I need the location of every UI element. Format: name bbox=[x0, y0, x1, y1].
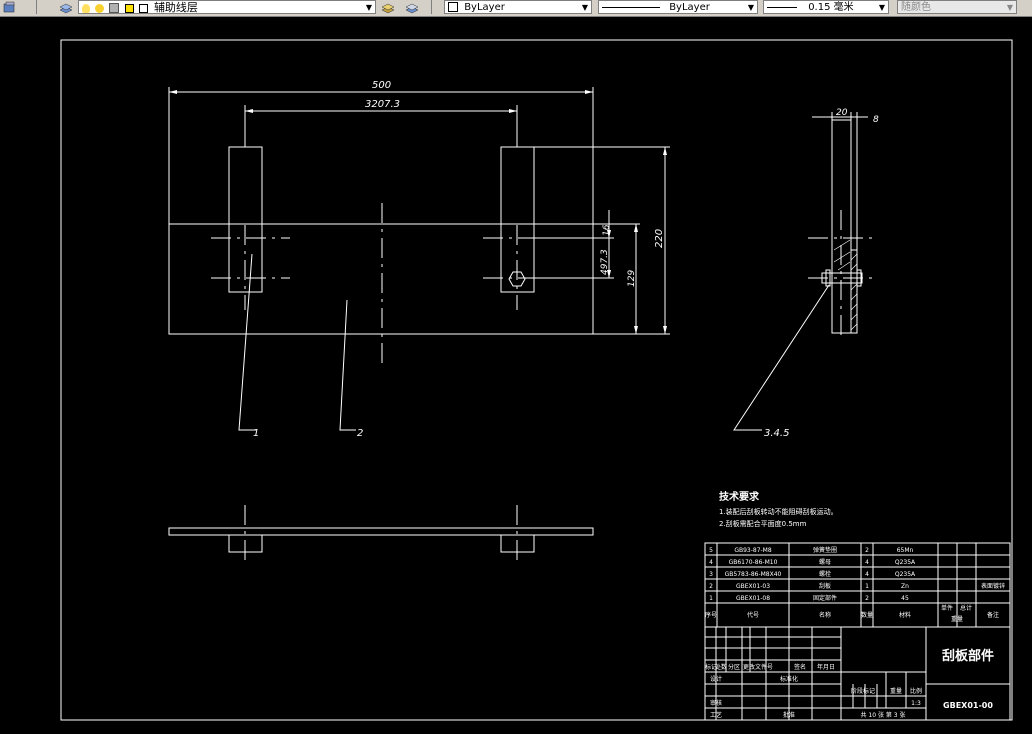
plotstyle-value: 随颜色 bbox=[901, 2, 931, 13]
color-swatch bbox=[448, 2, 458, 12]
tb-approve: 批准 bbox=[783, 711, 795, 719]
dim-497: 497.3 bbox=[600, 249, 610, 275]
dim-side-20: 20 bbox=[836, 108, 848, 118]
bom-row-name: 固定部件 bbox=[813, 594, 837, 602]
bom-row-material: Q235A bbox=[895, 571, 916, 578]
chevron-down-icon[interactable]: ▼ bbox=[1005, 2, 1015, 13]
layer-manager-icon[interactable] bbox=[2, 0, 16, 15]
layer-color-swatch bbox=[138, 3, 148, 13]
part-label-345: 3.4.5 bbox=[764, 428, 789, 439]
layer-previous-icon[interactable] bbox=[404, 0, 420, 15]
bom-row-code: GB93-87-M8 bbox=[734, 547, 772, 554]
dim-129: 129 bbox=[627, 270, 637, 287]
bom-header-qty: 数量 bbox=[861, 611, 873, 619]
bom-row-name: 弹簧垫圈 bbox=[813, 546, 837, 554]
chevron-down-icon[interactable]: ▼ bbox=[877, 2, 887, 13]
linetype-value: ByLayer bbox=[669, 2, 710, 13]
bom-header-total: 总计 bbox=[960, 604, 972, 612]
layer-name: 辅助线层 bbox=[153, 1, 198, 14]
bom-row-qty: 2 bbox=[865, 547, 869, 554]
bom-row-qty: 2 bbox=[865, 595, 869, 602]
toolbar-separator bbox=[431, 0, 432, 14]
bom-row-no: 3 bbox=[709, 571, 713, 578]
linetype-dropdown[interactable]: ByLayer ▼ bbox=[598, 0, 758, 14]
bom-row-name: 螺母 bbox=[819, 558, 831, 566]
part-label-1: 1 bbox=[253, 428, 259, 439]
tech-req-note-2: 2.刮板需配合平面度0.5mm bbox=[719, 519, 807, 528]
bom-header-code: 代号 bbox=[747, 611, 759, 619]
bom-row-code: GBEX01-03 bbox=[736, 583, 770, 590]
bom-row-no: 2 bbox=[709, 583, 713, 590]
dim-height: 220 bbox=[654, 229, 665, 248]
bom-row-material: 65Mn bbox=[897, 547, 914, 554]
color-dropdown[interactable]: ByLayer ▼ bbox=[444, 0, 592, 14]
bom-row-qty: 4 bbox=[865, 571, 869, 578]
dim-side-8: 8 bbox=[873, 115, 879, 125]
tb-stage-mark: 阶段标记 bbox=[851, 687, 875, 695]
tech-req-note-1: 1.装配后刮板转动不能阻碍刮板运动。 bbox=[719, 507, 838, 516]
bom-header-unit: 单件 bbox=[941, 604, 953, 612]
tb-design: 设计 bbox=[710, 675, 722, 683]
tb-change-doc: 更改文件号 bbox=[743, 663, 773, 671]
lineweight-sample bbox=[767, 6, 797, 8]
tb-date: 年月日 bbox=[817, 663, 835, 671]
color-value: ByLayer bbox=[464, 2, 505, 13]
tb-process: 工艺 bbox=[710, 711, 722, 719]
make-object-layer-current-icon[interactable] bbox=[380, 0, 396, 15]
chevron-down-icon[interactable]: ▼ bbox=[746, 2, 756, 13]
drawing-canvas[interactable]: 500 3207.3 220 129 16 497.3 1 2 20 8 3.4… bbox=[0, 17, 1032, 734]
bom-row-qty: 1 bbox=[865, 583, 869, 590]
bom-header-weight: 重量 bbox=[951, 615, 963, 623]
bom-row-no: 5 bbox=[709, 547, 713, 554]
lock-icon bbox=[109, 3, 120, 13]
bom-row-code: GB5783-86-M8X40 bbox=[725, 571, 782, 578]
linetype-sample bbox=[602, 6, 660, 8]
toolbar-separator bbox=[36, 0, 37, 14]
bulb-icon bbox=[82, 3, 90, 13]
dim-16: 16 bbox=[602, 224, 612, 236]
bom-row-name: 螺栓 bbox=[819, 570, 831, 578]
layer-stack-icon[interactable] bbox=[58, 0, 74, 15]
bom-row-material: Q235A bbox=[895, 559, 916, 566]
bom-header-name: 名称 bbox=[819, 611, 831, 619]
part-label-2: 2 bbox=[357, 428, 363, 439]
tb-scale-label: 比例 bbox=[910, 687, 922, 695]
tb-sign: 签名 bbox=[794, 663, 806, 671]
bom-row-code: GB6170-86-M10 bbox=[729, 559, 778, 566]
bom-row-code: GBEX01-08 bbox=[736, 595, 770, 602]
bom-row-no: 4 bbox=[709, 559, 713, 566]
bom-header-remark: 备注 bbox=[987, 611, 999, 619]
cad-toolbar: 辅助线层 ▼ ByLayer ▼ ByLayer ▼ 0.15 毫米 ▼ 随颜色… bbox=[0, 0, 1032, 17]
bom-row-qty: 4 bbox=[865, 559, 869, 566]
dim-hole-spacing: 3207.3 bbox=[365, 99, 400, 110]
lineweight-value: 0.15 毫米 bbox=[808, 2, 854, 13]
bom-row-name: 刮板 bbox=[819, 582, 831, 590]
tb-weight: 重量 bbox=[890, 687, 902, 695]
bom-row-material: 45 bbox=[901, 595, 909, 602]
dim-overall-width: 500 bbox=[372, 80, 391, 91]
bom-row-material: Zn bbox=[901, 583, 909, 590]
tb-zone: 分区 bbox=[728, 663, 740, 671]
tb-part-name: 刮板部件 bbox=[942, 648, 994, 664]
lineweight-dropdown[interactable]: 0.15 毫米 ▼ bbox=[763, 0, 889, 14]
chevron-down-icon[interactable]: ▼ bbox=[364, 2, 374, 13]
tb-drawing-code: GBEX01-00 bbox=[943, 701, 993, 710]
bom-header-material: 材料 bbox=[899, 611, 911, 619]
chevron-down-icon[interactable]: ▼ bbox=[580, 2, 590, 13]
color-swatch-icon bbox=[124, 3, 134, 13]
tb-count: 处数 bbox=[715, 663, 727, 671]
tb-review: 审核 bbox=[710, 699, 722, 707]
plotstyle-dropdown[interactable]: 随颜色 ▼ bbox=[897, 0, 1017, 14]
tb-scale: 1:3 bbox=[911, 700, 921, 707]
tech-req-title: 技术要求 bbox=[719, 490, 760, 503]
tb-sheet-info: 共 10 张 第 3 张 bbox=[861, 711, 906, 719]
bom-row-remark: 表面镀锌 bbox=[981, 582, 1005, 590]
bom-header-no: 序号 bbox=[705, 611, 717, 619]
layer-dropdown[interactable]: 辅助线层 ▼ bbox=[78, 0, 376, 14]
tb-standardize: 标准化 bbox=[780, 675, 798, 683]
bom-row-no: 1 bbox=[709, 595, 713, 602]
sun-icon bbox=[95, 3, 105, 13]
